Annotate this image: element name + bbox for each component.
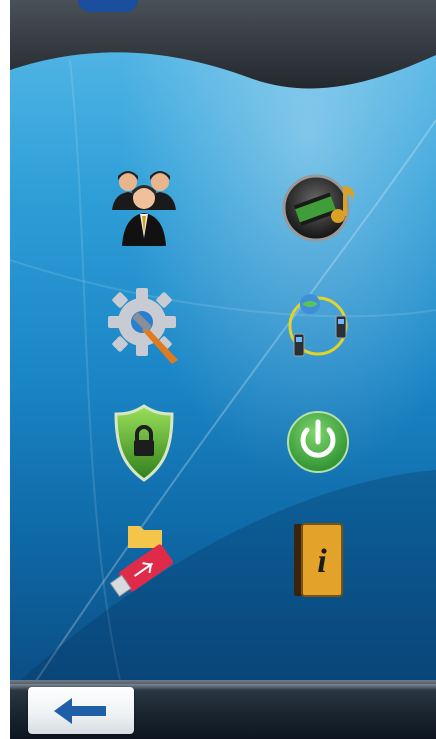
users-icon[interactable] <box>102 164 186 248</box>
usb-drive-icon[interactable] <box>102 518 186 602</box>
brand-glyph <box>78 0 138 12</box>
info-book-icon[interactable]: i <box>276 518 360 602</box>
media-icon[interactable] <box>276 164 360 248</box>
svg-text:i: i <box>317 543 327 580</box>
back-button[interactable] <box>28 687 134 734</box>
bottom-nav-bar <box>10 680 436 739</box>
arrow-left-icon <box>54 697 106 724</box>
network-icon[interactable] <box>276 282 360 366</box>
device-frame: i <box>10 0 436 739</box>
settings-icon[interactable] <box>102 282 186 366</box>
security-lock-icon[interactable] <box>102 400 186 484</box>
power-icon[interactable] <box>276 400 360 484</box>
header-bar <box>10 0 436 89</box>
home-screen: i <box>10 0 436 680</box>
